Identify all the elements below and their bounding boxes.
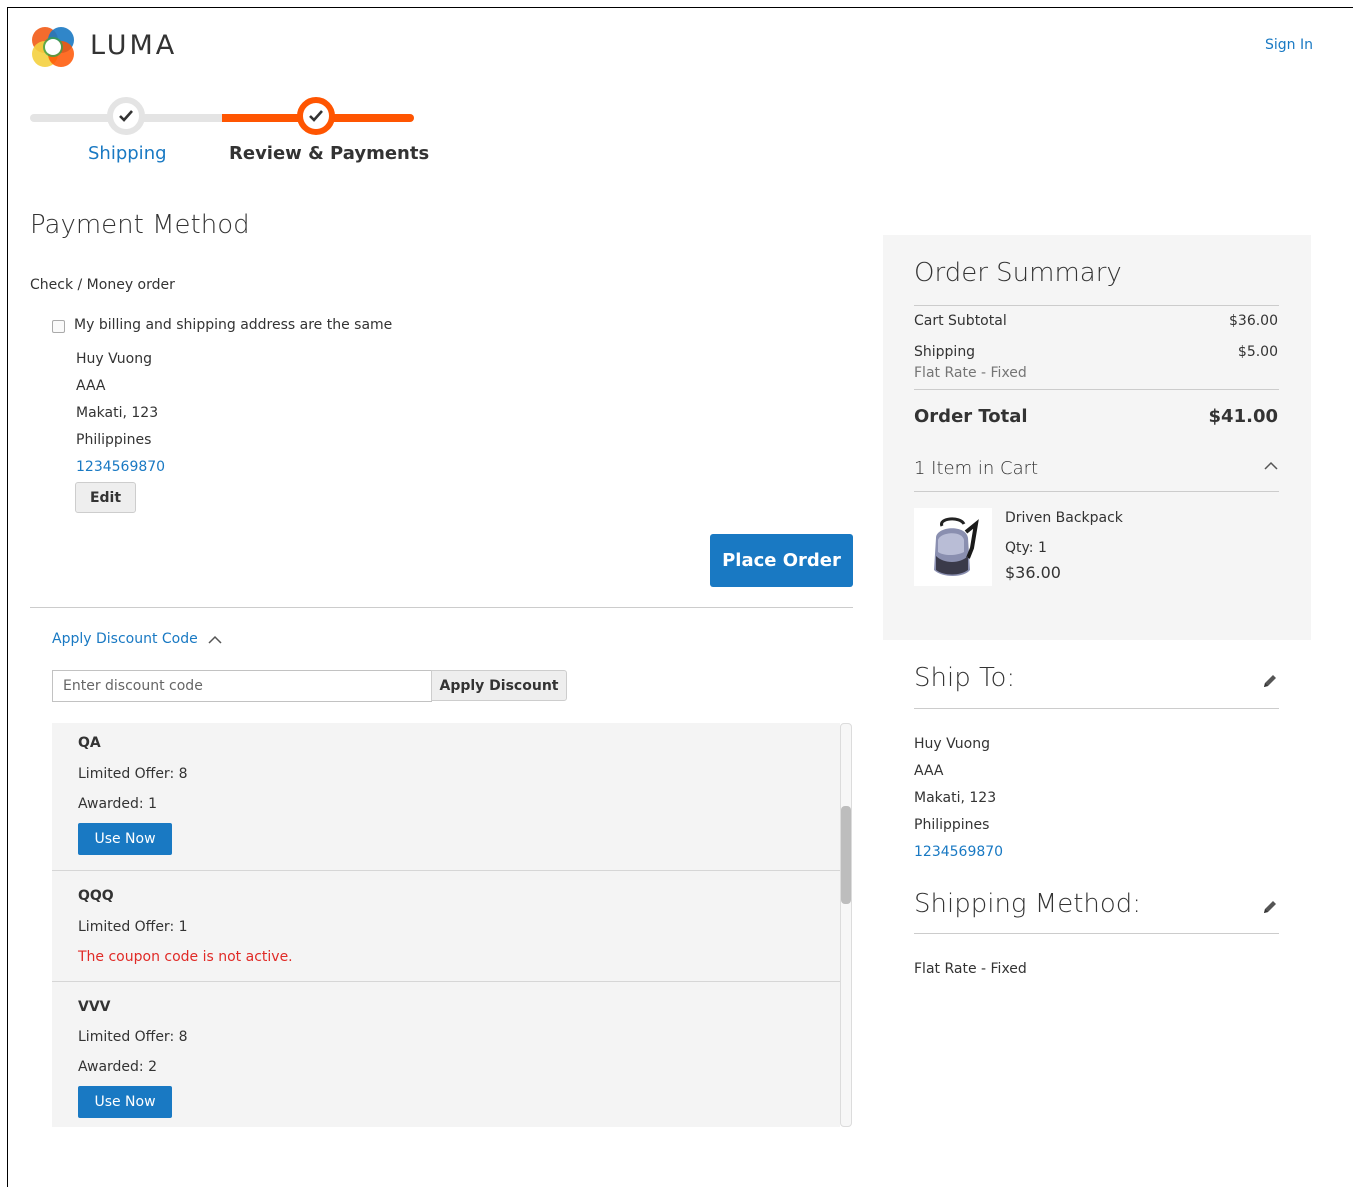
cart-subtotal-value: $36.00 [1229,313,1278,329]
coupon-limited-offer: Limited Offer: 8 [78,1029,188,1045]
coupon-limited-offer: Limited Offer: 1 [78,919,188,935]
logo-text[interactable]: LUMA [90,30,177,61]
shipping-method-summary: Flat Rate - Fixed [914,365,1027,381]
product-qty: Qty: 1 [1005,540,1047,556]
edit-address-button[interactable]: Edit [75,482,136,513]
chevron-up-icon [208,635,222,644]
ship-to-city: Makati, 123 [914,790,997,806]
sign-in-link[interactable]: Sign In [1265,37,1313,53]
product-image-backpack-icon [914,508,992,586]
apply-discount-label[interactable]: Apply Discount Code [52,631,198,647]
billing-name: Huy Vuong [76,351,152,367]
coupon-limited-offer: Limited Offer: 8 [78,766,188,782]
summary-divider [914,491,1279,492]
edit-pencil-icon[interactable] [1261,672,1281,692]
coupon-item: QA Limited Offer: 8 Awarded: 1 Use Now [52,723,840,870]
product-price: $36.00 [1005,563,1061,582]
edit-pencil-icon[interactable] [1261,898,1281,918]
coupon-scrollbar-thumb[interactable] [841,806,851,904]
ship-to-title: Ship To: [914,663,1016,693]
same-address-checkbox[interactable] [52,320,65,333]
billing-city: Makati, 123 [76,405,159,421]
product-name: Driven Backpack [1005,510,1123,526]
chevron-up-icon[interactable] [1264,458,1278,474]
coupon-item: QQQ Limited Offer: 1 The coupon code is … [52,871,840,981]
ship-to-divider [914,708,1279,709]
shipping-method-value: Flat Rate - Fixed [914,961,1027,977]
step-shipping-label[interactable]: Shipping [88,143,167,164]
order-summary-title: Order Summary [914,258,1122,288]
place-order-button[interactable]: Place Order [710,534,853,587]
coupon-code: QA [78,735,101,751]
summary-divider [914,305,1279,306]
shipping-label: Shipping [914,344,976,360]
cart-subtotal-label: Cart Subtotal [914,313,1007,329]
coupon-error-message: The coupon code is not active. [78,949,293,965]
step-review-label: Review & Payments [229,143,430,164]
ship-to-phone-link[interactable]: 1234569870 [914,844,1003,860]
ship-to-street: AAA [914,763,944,779]
coupon-awarded: Awarded: 2 [78,1059,158,1075]
same-address-label[interactable]: My billing and shipping address are the … [74,317,392,333]
billing-country: Philippines [76,432,152,448]
use-now-button[interactable]: Use Now [78,823,172,855]
shipping-method-divider [914,933,1279,934]
ship-to-name: Huy Vuong [914,736,990,752]
coupon-list[interactable]: QA Limited Offer: 8 Awarded: 1 Use Now Q… [52,723,840,1127]
shipping-method-title: Shipping Method: [914,889,1142,919]
divider [30,607,853,608]
luma-logo-icon[interactable] [30,24,76,70]
shipping-value: $5.00 [1237,344,1278,360]
ship-to-country: Philippines [914,817,990,833]
coupon-code: VVV [78,999,111,1015]
step-shipping-check-icon[interactable] [107,97,145,135]
payment-method-heading: Payment Method [30,210,250,240]
order-total-value: $41.00 [1208,406,1278,427]
payment-method-name: Check / Money order [30,277,175,293]
apply-discount-button[interactable]: Apply Discount [431,670,567,701]
billing-street: AAA [76,378,106,394]
use-now-button[interactable]: Use Now [78,1086,172,1118]
summary-divider [914,389,1279,390]
coupon-item: VVV Limited Offer: 8 Awarded: 2 Use Now [52,982,840,1127]
coupon-code: QQQ [78,888,114,904]
coupon-scrollbar[interactable] [840,723,852,1127]
coupon-awarded: Awarded: 1 [78,796,158,812]
apply-discount-toggle[interactable]: Apply Discount Code [52,631,222,647]
billing-phone-link[interactable]: 1234569870 [76,459,165,475]
discount-code-input[interactable] [52,670,432,702]
step-review-check-icon [297,97,335,135]
items-in-cart-toggle[interactable]: 1 Item in Cart [914,458,1038,479]
order-total-label: Order Total [914,406,1028,427]
